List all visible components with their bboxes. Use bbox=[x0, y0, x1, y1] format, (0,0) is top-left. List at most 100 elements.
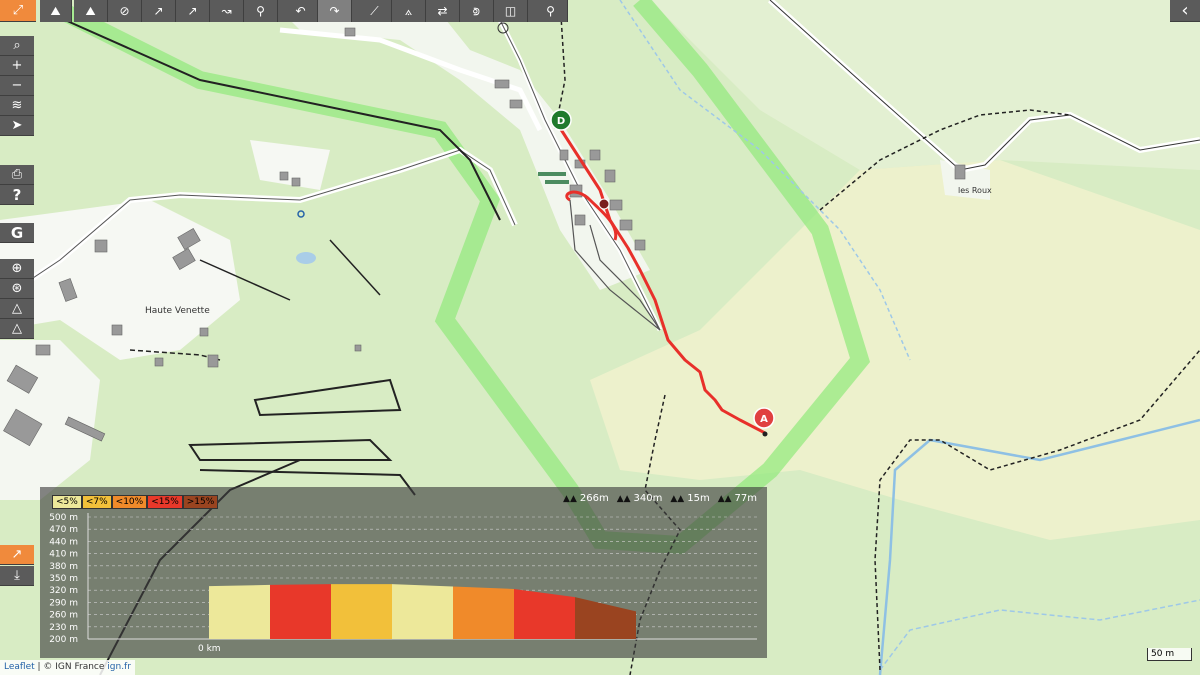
toolbar-button-hide-route[interactable]: ⊘ bbox=[108, 0, 142, 22]
y-tick-label: 320 m bbox=[49, 586, 78, 596]
search-button[interactable]: ⌕ bbox=[0, 36, 34, 56]
route-mode-icon: ↝ bbox=[221, 4, 232, 18]
y-tick-label: 500 m bbox=[49, 513, 78, 523]
download-button[interactable]: ⤓ bbox=[0, 566, 34, 586]
elevation-chart[interactable]: 500 m 470 m 440 m 410 m 380 m 350 m 320 m 290 m… bbox=[40, 487, 767, 658]
slope-legend: <5% <7% <10% <15% >15% bbox=[52, 495, 219, 509]
leaflet-link[interactable]: Leaflet bbox=[4, 662, 35, 672]
y-tick-label: 440 m bbox=[49, 537, 78, 547]
toolbar-button-redo[interactable]: ↷ bbox=[318, 0, 352, 22]
y-tick-label: 410 m bbox=[49, 550, 78, 560]
toolbar-button-ruler[interactable]: ⟄ bbox=[460, 0, 494, 22]
elevation-segment bbox=[331, 584, 392, 639]
pitch-marking-2 bbox=[545, 180, 569, 184]
hiker-mode-icon: ⛰ bbox=[50, 3, 61, 18]
fullscreen-button[interactable]: ⤢ bbox=[0, 0, 36, 22]
hiker-icon: ⛰ bbox=[85, 3, 96, 18]
x-tick-label: 0 km bbox=[198, 644, 221, 654]
mountain-icon: ▲▲ bbox=[616, 493, 631, 504]
line-mode-2-icon: ↗ bbox=[187, 4, 198, 18]
place-label-les-roux: les Roux bbox=[958, 186, 992, 195]
search-icon: ⌕ bbox=[13, 38, 21, 53]
slope-legend-item: <15% bbox=[147, 495, 183, 509]
scale-bar: 50 m bbox=[1147, 648, 1192, 661]
y-tick-label: 470 m bbox=[49, 525, 78, 535]
plus-icon: + bbox=[11, 58, 23, 73]
route-split-icon: ⟑ bbox=[404, 3, 413, 18]
stat-value: 340m bbox=[633, 493, 663, 504]
toolbar-hiker-button[interactable]: ⛰ bbox=[40, 0, 72, 22]
y-tick-label: 290 m bbox=[49, 598, 78, 608]
toolbar-button-bike[interactable]: ⚲ bbox=[244, 0, 278, 22]
toolbar-button-hiker[interactable]: ⛰ bbox=[74, 0, 108, 22]
slope-legend-item: <10% bbox=[111, 495, 148, 509]
toolbar-button-route-edit[interactable]: ⟋ bbox=[358, 0, 392, 22]
y-tick-label: 200 m bbox=[49, 635, 78, 645]
ign-link[interactable]: ign.fr bbox=[107, 662, 131, 672]
toolbar-button-route-split[interactable]: ⟑ bbox=[392, 0, 426, 22]
mountain-icon: ▲▲ bbox=[670, 493, 685, 504]
marker-start-label: D bbox=[557, 116, 565, 127]
tool-b-button[interactable]: △ bbox=[0, 319, 34, 339]
y-tick-label: 260 m bbox=[49, 611, 78, 621]
stat-descent: ▲▲ 77m bbox=[718, 493, 757, 504]
stat-value: 77m bbox=[734, 493, 757, 504]
toolbar-button-undo[interactable]: ↶ bbox=[284, 0, 318, 22]
stat-max-elevation: ▲▲ 266m bbox=[563, 493, 609, 504]
marker-end[interactable]: A bbox=[753, 407, 775, 429]
toolbar-button-line-mode[interactable]: ↗ bbox=[142, 0, 176, 22]
bike-icon: ⚲ bbox=[256, 4, 265, 18]
route-edit-icon: ⟋ bbox=[370, 3, 379, 18]
elevation-segment bbox=[270, 584, 331, 639]
stat-ascent: ▲▲ 15m bbox=[670, 493, 709, 504]
google-button[interactable]: G bbox=[0, 223, 34, 243]
help-button[interactable]: ? bbox=[0, 185, 34, 205]
slope-legend-item: <7% bbox=[81, 495, 112, 509]
triangle-icon: △ bbox=[12, 301, 22, 316]
toolbar-button-reverse[interactable]: ⇄ bbox=[426, 0, 460, 22]
marker-end-label: A bbox=[760, 414, 768, 425]
stat-value: 266m bbox=[579, 493, 609, 504]
y-tick-label: 350 m bbox=[49, 574, 78, 584]
triangle-alt-icon: △ bbox=[12, 321, 22, 336]
place-label-haute-venette: Haute Venette bbox=[145, 306, 210, 316]
line-mode-icon: ↗ bbox=[153, 4, 164, 18]
chevron-left-icon: ‹ bbox=[1181, 0, 1189, 21]
globe-button[interactable]: ⊛ bbox=[0, 279, 34, 299]
elevation-segment bbox=[209, 584, 270, 639]
route-waypoint[interactable] bbox=[598, 198, 610, 210]
attribution: Leaflet | © IGN France ign.fr bbox=[0, 660, 135, 675]
stat-value: 15m bbox=[687, 493, 710, 504]
layers-select-icon: ◫ bbox=[504, 4, 517, 18]
toolbar-button-layers-select[interactable]: ◫ bbox=[494, 0, 528, 22]
minus-icon: − bbox=[11, 78, 23, 93]
route-end-point bbox=[762, 431, 768, 437]
locate-button[interactable]: ➤ bbox=[0, 116, 34, 136]
pond bbox=[296, 252, 316, 264]
elevation-stats: ▲▲ 266m ▲▲ 340m ▲▲ 15m ▲▲ 77m bbox=[563, 493, 757, 504]
elevation-segment bbox=[514, 588, 575, 639]
reverse-icon: ⇄ bbox=[437, 4, 448, 18]
zoom-in-button[interactable]: + bbox=[0, 56, 34, 76]
zoom-out-button[interactable]: − bbox=[0, 76, 34, 96]
hide-route-icon: ⊘ bbox=[119, 4, 130, 18]
toolbar-button-line-mode-2[interactable]: ↗ bbox=[176, 0, 210, 22]
panel-toggle-button[interactable]: ‹ bbox=[1170, 0, 1200, 22]
toolbar-button-route-mode[interactable]: ↝ bbox=[210, 0, 244, 22]
pin-icon: ⚲ bbox=[546, 4, 555, 18]
expand-icon: ⤢ bbox=[12, 3, 24, 18]
print-button[interactable]: ⎙ bbox=[0, 165, 34, 185]
elevation-segment bbox=[392, 584, 453, 639]
crosshair-button[interactable]: ⊕ bbox=[0, 259, 34, 279]
toolbar-button-pin[interactable]: ⚲ bbox=[534, 0, 568, 22]
elevation-panel: 500 m 470 m 440 m 410 m 380 m 350 m 320 m 290 m… bbox=[40, 487, 767, 658]
slope-legend-item: <5% bbox=[52, 495, 82, 509]
slope-legend-item: >15% bbox=[182, 495, 219, 509]
elevation-segment bbox=[453, 586, 514, 639]
tool-a-button[interactable]: △ bbox=[0, 299, 34, 319]
marker-start[interactable]: D bbox=[550, 109, 572, 131]
elevation-chart-button[interactable]: ↗ bbox=[0, 545, 34, 565]
download-icon: ⤓ bbox=[14, 568, 20, 583]
layers-button[interactable]: ≋ bbox=[0, 96, 34, 116]
navigation-arrow-icon: ➤ bbox=[11, 118, 23, 133]
